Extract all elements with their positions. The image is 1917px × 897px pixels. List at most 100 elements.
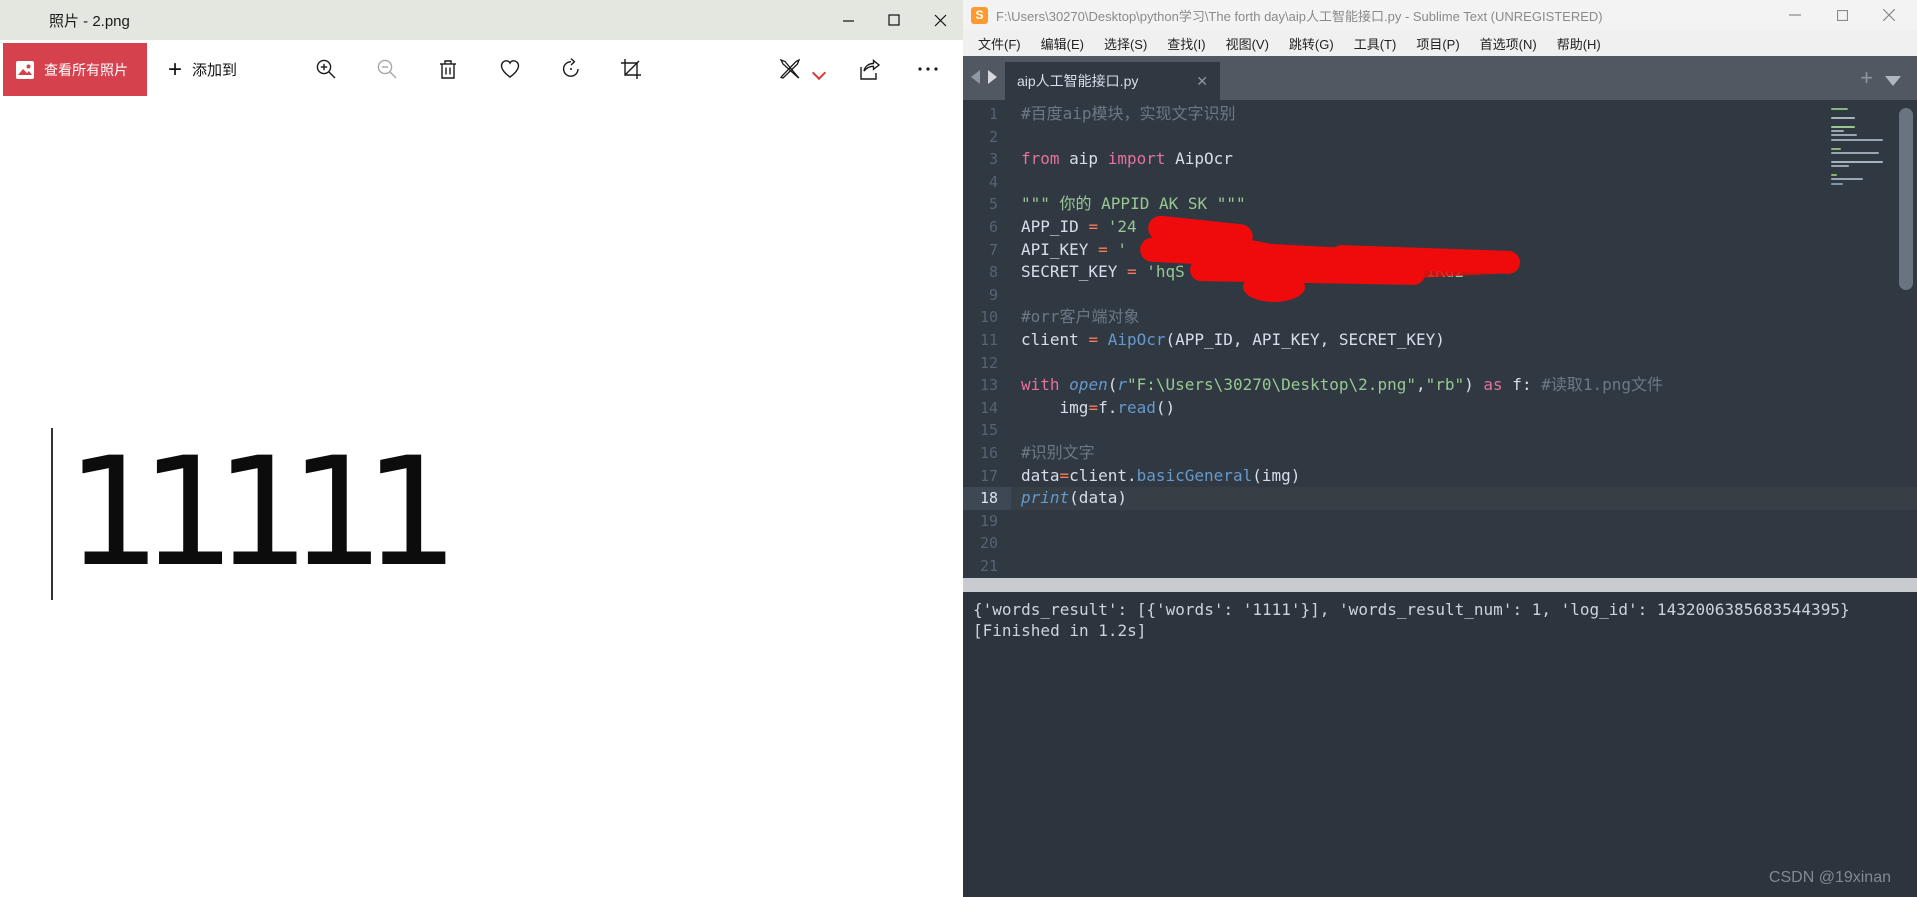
tab-label: aip人工智能接口.py [1017, 71, 1188, 91]
menu-edit[interactable]: 编辑(E) [1032, 31, 1093, 56]
sublime-logo-icon: S [971, 7, 988, 24]
menu-goto[interactable]: 跳转(G) [1280, 31, 1343, 56]
view-all-photos-label: 查看所有照片 [44, 60, 128, 80]
line-number: 6 [963, 216, 1011, 239]
code-line-4[interactable]: 4 [963, 171, 1917, 194]
code-text [1011, 126, 1021, 149]
rotate-icon[interactable] [558, 56, 584, 82]
code-line-10[interactable]: 10#orr客户端对象 [963, 306, 1917, 329]
menu-help[interactable]: 帮助(H) [1548, 31, 1610, 56]
code-line-18[interactable]: 18print(data) [963, 487, 1917, 510]
new-tab-icon[interactable]: + [1860, 68, 1873, 88]
line-number: 17 [963, 465, 1011, 488]
code-text: from aip import AipOcr [1011, 148, 1233, 171]
draw-icon[interactable] [777, 56, 803, 82]
sublime-menubar: 文件(F) 编辑(E) 选择(S) 查找(I) 视图(V) 跳转(G) 工具(T… [963, 30, 1917, 56]
code-line-5[interactable]: 5""" 你的 APPID AK SK """ [963, 193, 1917, 216]
code-line-11[interactable]: 11client = AipOcr(APP_ID, API_KEY, SECRE… [963, 329, 1917, 352]
watermark-text: CSDN @19xinan [1769, 869, 1891, 887]
line-number: 12 [963, 352, 1011, 375]
draw-options-chevron-icon[interactable] [814, 66, 826, 78]
code-line-16[interactable]: 16#识别文字 [963, 442, 1917, 465]
sublime-close-button[interactable] [1866, 0, 1911, 30]
code-text: #百度aip模块，实现文字识别 [1011, 103, 1236, 126]
crop-icon[interactable] [618, 56, 644, 82]
sublime-minimize-button[interactable] [1772, 0, 1817, 30]
code-line-9[interactable]: 9 [963, 284, 1917, 307]
code-text: APP_ID = '24 [1011, 216, 1137, 239]
favorite-icon[interactable] [497, 56, 523, 82]
menu-find[interactable]: 查找(I) [1158, 31, 1214, 56]
line-number: 18 [963, 487, 1011, 510]
line-number: 8 [963, 261, 1011, 284]
menu-preferences[interactable]: 首选项(N) [1471, 31, 1546, 56]
code-text: with open(r"F:\Users\30270\Desktop\2.png… [1011, 374, 1663, 397]
line-number: 15 [963, 419, 1011, 442]
line-number: 9 [963, 284, 1011, 307]
line-number: 7 [963, 239, 1011, 262]
photos-maximize-button[interactable] [871, 0, 917, 40]
code-text [1011, 555, 1021, 578]
code-line-15[interactable]: 15 [963, 419, 1917, 442]
delete-icon[interactable] [435, 56, 461, 82]
menu-file[interactable]: 文件(F) [969, 31, 1030, 56]
menu-view[interactable]: 视图(V) [1217, 31, 1278, 56]
code-text [1011, 419, 1021, 442]
code-text: client = AipOcr(APP_ID, API_KEY, SECRET_… [1011, 329, 1445, 352]
code-line-3[interactable]: 3from aip import AipOcr [963, 148, 1917, 171]
image-text-cursor [51, 428, 53, 600]
code-line-14[interactable]: 14 img=f.read() [963, 397, 1917, 420]
tab-scroll-left-icon[interactable] [971, 70, 980, 84]
code-text: print(data) [1011, 487, 1127, 510]
line-number: 11 [963, 329, 1011, 352]
share-icon[interactable] [855, 56, 881, 82]
code-line-17[interactable]: 17data=client.basicGeneral(img) [963, 465, 1917, 488]
code-text [1011, 510, 1021, 533]
code-editor[interactable]: 1#百度aip模块，实现文字识别23from aip import AipOcr… [963, 100, 1917, 578]
code-line-1[interactable]: 1#百度aip模块，实现文字识别 [963, 103, 1917, 126]
code-line-21[interactable]: 21 [963, 555, 1917, 578]
tab-overflow-icon[interactable] [1885, 76, 1901, 86]
line-number: 21 [963, 555, 1011, 578]
build-output-panel[interactable]: {'words_result': [{'words': '1111'}], 'w… [963, 592, 1917, 897]
code-line-6[interactable]: 6APP_ID = '24 [963, 216, 1917, 239]
photos-minimize-button[interactable] [825, 0, 871, 40]
code-text: #orr客户端对象 [1011, 306, 1140, 329]
redaction-scribble [1243, 272, 1305, 302]
code-text: img=f.read() [1011, 397, 1175, 420]
view-all-photos-button[interactable]: 查看所有照片 [3, 43, 147, 96]
add-to-button[interactable]: + 添加到 [160, 43, 245, 96]
editor-scrollbar[interactable] [1899, 108, 1913, 290]
tab-scroll-right-icon[interactable] [988, 70, 997, 84]
code-text [1011, 284, 1021, 307]
sublime-maximize-button[interactable] [1820, 0, 1865, 30]
zoom-out-icon[interactable] [374, 56, 400, 82]
menu-project[interactable]: 项目(P) [1407, 31, 1468, 56]
line-number: 4 [963, 171, 1011, 194]
code-line-2[interactable]: 2 [963, 126, 1917, 149]
code-text [1011, 352, 1021, 375]
minimap[interactable] [1831, 108, 1883, 200]
code-line-13[interactable]: 13with open(r"F:\Users\30270\Desktop\2.p… [963, 374, 1917, 397]
see-more-icon[interactable] [915, 56, 941, 82]
code-line-19[interactable]: 19 [963, 510, 1917, 533]
code-line-20[interactable]: 20 [963, 532, 1917, 555]
photo-image-text: 11111 [66, 438, 438, 588]
tab-close-icon[interactable]: ✕ [1196, 73, 1208, 90]
tab-active[interactable]: aip人工智能接口.py ✕ [1005, 62, 1220, 100]
photos-titlebar[interactable]: 照片 - 2.png [0, 0, 963, 40]
zoom-in-icon[interactable] [313, 56, 339, 82]
code-text: data=client.basicGeneral(img) [1011, 465, 1300, 488]
photos-toolbar: 查看所有照片 + 添加到 [0, 40, 963, 96]
photos-close-button[interactable] [917, 0, 963, 40]
line-number: 20 [963, 532, 1011, 555]
sublime-titlebar[interactable]: S F:\Users\30270\Desktop\python学习\The fo… [963, 0, 1917, 30]
menu-tools[interactable]: 工具(T) [1345, 31, 1406, 56]
menu-selection[interactable]: 选择(S) [1095, 31, 1156, 56]
editor-horizontal-scrollbar[interactable] [963, 578, 1917, 592]
photo-canvas[interactable]: 11111 [0, 96, 963, 897]
line-number: 5 [963, 193, 1011, 216]
sublime-window: S F:\Users\30270\Desktop\python学习\The fo… [963, 0, 1917, 897]
code-line-12[interactable]: 12 [963, 352, 1917, 375]
sublime-tabbar: aip人工智能接口.py ✕ + [963, 56, 1917, 100]
